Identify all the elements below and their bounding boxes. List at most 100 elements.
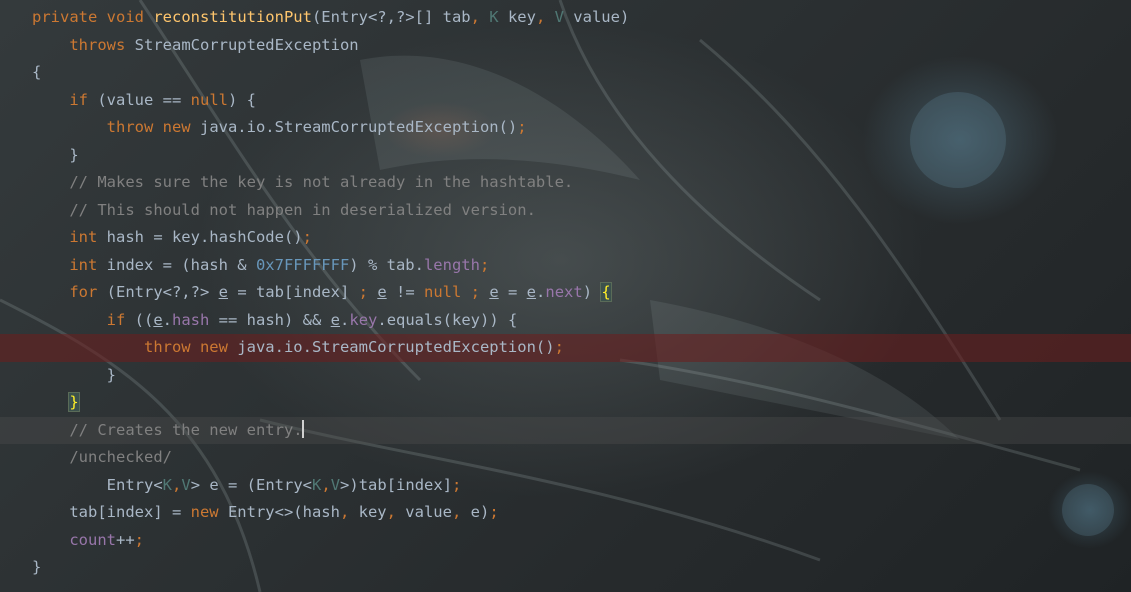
code-token: e <box>153 310 163 329</box>
code-token: e <box>377 283 387 301</box>
code-line[interactable]: // Makes sure the key is not already in … <box>0 169 1131 197</box>
code-token: , <box>535 8 555 26</box>
code-token: ; <box>554 338 564 356</box>
code-token: // Makes sure the key is not already in … <box>69 173 574 191</box>
code-line[interactable]: int index = (hash & 0x7FFFFFFF) % tab.le… <box>0 252 1131 280</box>
code-line[interactable]: count++; <box>0 527 1131 555</box>
code-line[interactable]: } <box>0 554 1131 582</box>
code-token: . <box>340 310 350 329</box>
code-line[interactable]: private void reconstitutionPut(Entry<?,?… <box>0 4 1131 32</box>
code-token: private void <box>32 8 154 26</box>
code-line[interactable]: throw new java.io.StreamCorruptedExcepti… <box>0 334 1131 362</box>
code-token: new <box>190 503 228 521</box>
code-editor[interactable]: private void reconstitutionPut(Entry<?,?… <box>0 0 1131 592</box>
code-token: ) <box>582 283 602 301</box>
code-line[interactable]: if ((e.hash == hash) && e.key.equals(key… <box>0 307 1131 335</box>
code-token: ; <box>470 283 490 301</box>
code-line[interactable]: // This should not happen in deserialize… <box>0 197 1131 225</box>
code-token: e <box>330 310 341 329</box>
code-token: , <box>386 503 406 521</box>
code-token: java.io.StreamCorruptedException() <box>199 118 518 136</box>
code-token: ) % tab. <box>349 255 424 274</box>
code-token: (( <box>134 310 154 329</box>
code-line[interactable]: for (Entry<?,?> e = tab[index] ; e != nu… <box>0 279 1131 307</box>
code-token: key <box>349 310 378 329</box>
code-token: StreamCorruptedException <box>134 35 359 54</box>
code-line[interactable]: } <box>0 389 1131 417</box>
code-token: V <box>181 475 191 494</box>
code-line[interactable]: throws StreamCorruptedException <box>0 32 1131 60</box>
code-token: } <box>68 392 80 412</box>
code-token: = <box>498 283 527 301</box>
code-token: . <box>162 310 173 329</box>
code-line[interactable]: if (value == null) { <box>0 87 1131 115</box>
code-token: V <box>330 475 341 494</box>
code-token: e <box>218 283 228 301</box>
code-token: java.io.StreamCorruptedException() <box>237 338 555 356</box>
code-token: , <box>339 503 359 521</box>
code-token: > e = (Entry< <box>190 475 313 494</box>
code-token: ; <box>517 118 527 136</box>
code-token: if <box>69 90 98 109</box>
code-token: hash = key.hashCode() <box>106 228 303 246</box>
code-token: hash <box>172 310 210 329</box>
code-token: , <box>172 475 182 494</box>
code-token: == hash) && <box>209 310 331 329</box>
code-token: if <box>106 310 135 329</box>
code-line[interactable]: int hash = key.hashCode(); <box>0 224 1131 252</box>
code-token: V <box>554 8 564 26</box>
code-token: null <box>190 90 228 109</box>
code-area[interactable]: private void reconstitutionPut(Entry<?,?… <box>0 4 1131 582</box>
code-token: .equals(key)) { <box>377 310 518 329</box>
code-token: e <box>489 283 499 301</box>
code-token: K <box>312 475 322 494</box>
code-token: K <box>489 8 499 26</box>
code-token: int <box>69 228 107 246</box>
code-token: ; <box>302 228 312 246</box>
code-token: length <box>423 255 480 274</box>
code-token: key <box>358 503 387 521</box>
code-token: >)tab[index] <box>340 475 453 494</box>
code-token: count <box>69 530 116 549</box>
code-token: // This should not happen in deserialize… <box>69 200 536 219</box>
code-token: , <box>470 8 490 26</box>
code-token: K <box>162 475 172 494</box>
code-token: value <box>405 503 452 521</box>
text-caret <box>301 419 304 438</box>
code-token: null <box>423 283 471 301</box>
code-line[interactable]: } <box>0 142 1131 170</box>
code-token: ; <box>479 255 490 274</box>
code-token: next <box>545 283 583 301</box>
code-token: e <box>526 283 537 301</box>
code-token: tab[index] = <box>32 503 191 521</box>
code-token: reconstitutionPut <box>153 8 312 26</box>
code-token: e) <box>470 503 490 521</box>
code-line[interactable]: // Creates the new entry. <box>0 416 1131 444</box>
code-line[interactable]: throw new java.io.StreamCorruptedExcepti… <box>0 114 1131 142</box>
code-token: int <box>69 255 107 274</box>
code-token: throw new <box>143 338 238 356</box>
code-token: (value == <box>97 90 191 109</box>
code-line[interactable]: Entry<K,V> e = (Entry<K,V>)tab[index]; <box>0 472 1131 500</box>
code-token: /unchecked/ <box>69 448 172 466</box>
code-line[interactable]: } <box>0 362 1131 390</box>
code-line[interactable]: { <box>0 59 1131 87</box>
code-token: } <box>32 365 116 384</box>
code-token: (Entry<?,?>[] tab <box>311 8 471 26</box>
code-token: for <box>69 283 107 301</box>
code-line[interactable]: tab[index] = new Entry<>(hash, key, valu… <box>0 499 1131 527</box>
code-line[interactable]: /unchecked/ <box>0 444 1131 472</box>
code-token: , <box>321 475 331 494</box>
code-token: . <box>536 283 546 301</box>
